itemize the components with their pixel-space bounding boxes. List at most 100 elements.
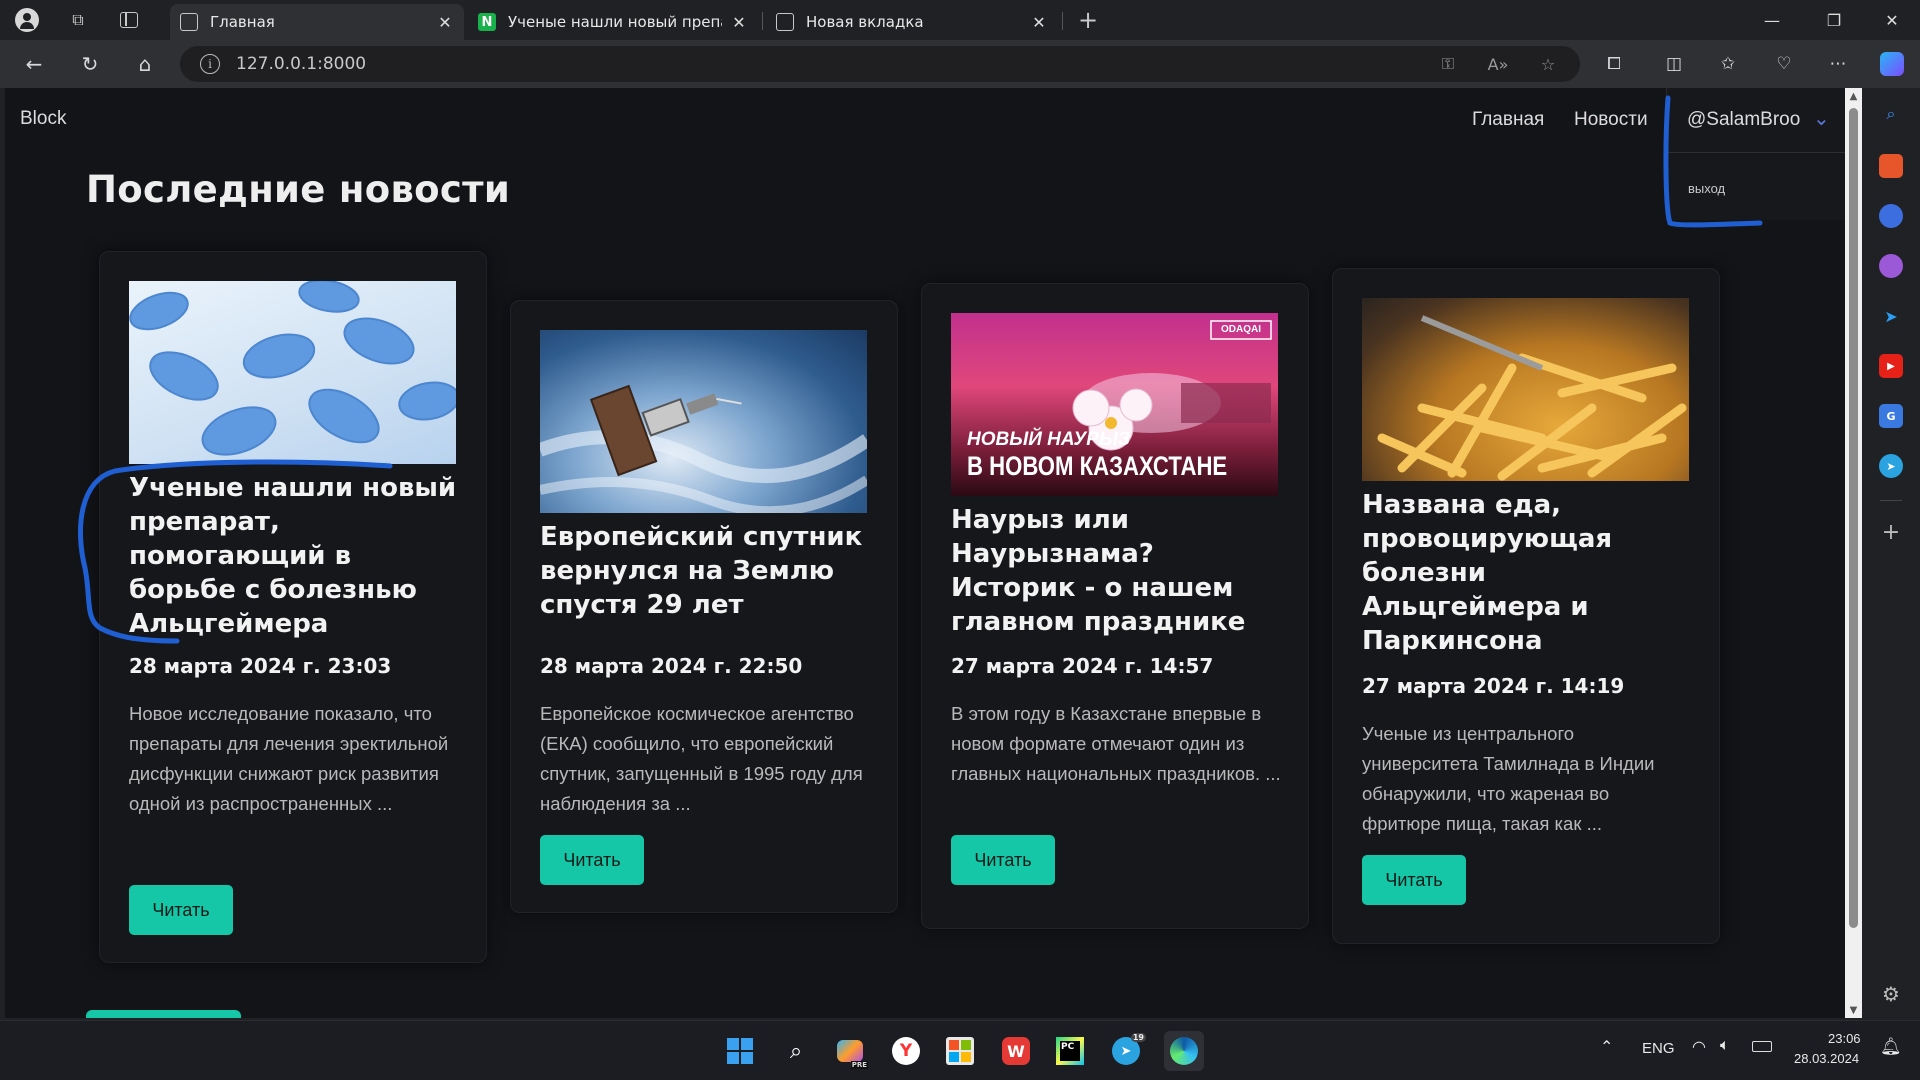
tab-title: Новая вкладка: [806, 13, 924, 31]
pycharm-icon[interactable]: PC: [1054, 1035, 1086, 1067]
split-screen-icon[interactable]: ◫: [1660, 50, 1688, 78]
browser-tab-bar: ⧉ Главная ✕ N Ученые нашли новый препара…: [0, 0, 1920, 40]
profile-icon[interactable]: [15, 8, 39, 32]
new-tab-page-icon: [776, 13, 794, 31]
news-card: ODAQAI НОВЫЙ НАУРЫЗ В НОВОМ КАЗАХСТАНЕ Н…: [921, 283, 1309, 929]
news-excerpt: Ученые из центрального университета Тами…: [1362, 723, 1655, 834]
microsoft-store-icon[interactable]: [944, 1035, 976, 1067]
url-text: 127.0.0.1:8000: [236, 54, 367, 74]
back-icon[interactable]: ←: [20, 50, 48, 78]
news-image-pills[interactable]: [129, 281, 456, 464]
add-icon[interactable]: +: [1879, 520, 1903, 545]
fries-illustration: [1377, 315, 1687, 481]
wps-office-icon[interactable]: W: [1000, 1035, 1032, 1067]
tab-actions-icon[interactable]: [117, 8, 141, 32]
chevron-down-icon[interactable]: ⌄: [1813, 106, 1830, 130]
tools-icon[interactable]: [1879, 154, 1903, 178]
windows-start-icon[interactable]: [724, 1035, 756, 1067]
search-icon[interactable]: ⌕: [1879, 102, 1903, 126]
page-icon: [180, 13, 198, 31]
browser-essentials-icon[interactable]: ♡: [1770, 50, 1798, 78]
language-indicator[interactable]: ENG: [1642, 1040, 1675, 1057]
windows-taskbar: ⌕ PRE Y W PC ➤ 19 ⌃ ENG ◠ 🔈︎ 23:06 28.03…: [0, 1020, 1920, 1080]
news-title[interactable]: Ученые нашли новый препарат, помогающий …: [129, 471, 459, 641]
reload-icon[interactable]: ↻: [76, 50, 104, 78]
scroll-down-icon[interactable]: ▼: [1845, 1002, 1862, 1018]
translate-icon[interactable]: G: [1879, 404, 1903, 428]
read-button[interactable]: Читать: [540, 835, 644, 885]
nav-link-news[interactable]: Новости: [1574, 109, 1648, 131]
logout-link[interactable]: выход: [1688, 181, 1725, 196]
news-date: 28 марта 2024 г. 23:03: [129, 654, 392, 678]
youtube-icon[interactable]: ▶: [1879, 354, 1903, 378]
address-bar[interactable]: i 127.0.0.1:8000 ⚿ A» ☆: [180, 46, 1580, 82]
more-icon[interactable]: ⋯: [1824, 50, 1852, 78]
favorite-star-icon[interactable]: ☆: [1536, 52, 1560, 76]
copilot-side-icon[interactable]: [1879, 204, 1903, 228]
extensions-icon[interactable]: ⧠: [1600, 50, 1628, 78]
tab-article[interactable]: N Ученые нашли новый препарат ✕: [468, 4, 758, 40]
tab-home[interactable]: Главная ✕: [170, 4, 464, 40]
yandex-browser-icon[interactable]: Y: [890, 1035, 922, 1067]
site-brand[interactable]: Block: [20, 108, 66, 130]
news-excerpt: В этом году в Казахстане впервые в новом…: [951, 703, 1281, 784]
clock-date[interactable]: 28.03.2024: [1794, 1051, 1859, 1066]
search-icon[interactable]: ⌕: [780, 1035, 812, 1067]
close-icon[interactable]: ✕: [730, 13, 748, 32]
image-badge-text: ODAQAI: [1221, 324, 1261, 335]
read-button[interactable]: Читать: [951, 835, 1055, 885]
news-date: 27 марта 2024 г. 14:57: [951, 654, 1214, 678]
telegram-side-icon[interactable]: ➤: [1879, 454, 1903, 478]
news-title[interactable]: Названа еда, провоцирующая болезни Альцг…: [1362, 488, 1692, 658]
news-excerpt: Новое исследование показало, что препара…: [129, 703, 449, 814]
tab-new[interactable]: Новая вкладка ✕: [766, 4, 1058, 40]
minimize-icon[interactable]: —: [1744, 0, 1800, 40]
scroll-up-icon[interactable]: ▲: [1845, 88, 1862, 104]
window-close-icon[interactable]: ✕: [1864, 0, 1920, 40]
restore-icon[interactable]: ❐: [1806, 0, 1862, 40]
copilot-taskbar-icon[interactable]: PRE: [834, 1035, 868, 1069]
read-aloud-icon[interactable]: A»: [1486, 52, 1510, 76]
read-button[interactable]: Читать: [129, 885, 233, 935]
new-tab-plus-icon[interactable]: +: [1076, 6, 1100, 34]
site-info-icon[interactable]: i: [200, 54, 220, 74]
user-dropdown: @SalamBroo ⌄ выход: [1666, 88, 1845, 220]
notifications-bell-icon[interactable]: 🔔︎: [1880, 1037, 1902, 1057]
sidebar-divider: [1880, 500, 1902, 501]
key-icon[interactable]: ⚿: [1436, 52, 1460, 76]
news-title[interactable]: Европейский спутник вернулся на Землю сп…: [540, 520, 870, 622]
wifi-icon[interactable]: ◠: [1692, 1037, 1706, 1057]
news-title[interactable]: Наурыз или Наурызнама? Историк - о нашем…: [951, 503, 1281, 639]
user-menu-toggle[interactable]: @SalamBroo: [1687, 109, 1800, 131]
scrollbar-thumb[interactable]: [1849, 108, 1858, 928]
battery-icon[interactable]: [1752, 1041, 1772, 1052]
clock-time[interactable]: 23:06: [1828, 1031, 1861, 1046]
tab-divider: [762, 12, 763, 30]
volume-icon[interactable]: 🔈︎: [1720, 1037, 1730, 1055]
news-image-fries[interactable]: [1362, 298, 1689, 481]
pills-illustration: [129, 281, 456, 456]
nav-link-home[interactable]: Главная: [1472, 109, 1544, 131]
designer-icon[interactable]: [1879, 254, 1903, 278]
edge-browser-icon[interactable]: [1164, 1031, 1204, 1071]
news-image-nauryz[interactable]: ODAQAI НОВЫЙ НАУРЫЗ В НОВОМ КАЗАХСТАНЕ: [951, 313, 1278, 496]
read-button[interactable]: Читать: [1362, 855, 1466, 905]
telegram-icon[interactable]: ➤ 19: [1110, 1033, 1146, 1067]
page-scrollbar[interactable]: ▲ ▼: [1845, 88, 1862, 1018]
drop-icon[interactable]: ➤: [1879, 304, 1903, 328]
news-excerpt: Европейское космическое агентство (ЕКА) …: [540, 703, 863, 814]
news-card: Названа еда, провоцирующая болезни Альцг…: [1332, 268, 1720, 944]
page-viewport: Block Главная Новости @SalamBroo ⌄ выход…: [5, 88, 1845, 1018]
tray-overflow-icon[interactable]: ⌃: [1600, 1037, 1613, 1057]
close-icon[interactable]: ✕: [1030, 13, 1048, 32]
close-icon[interactable]: ✕: [436, 13, 454, 32]
workspaces-icon[interactable]: ⧉: [66, 8, 90, 32]
news-image-satellite[interactable]: [540, 330, 867, 513]
next-section-button-edge[interactable]: [86, 1010, 241, 1018]
settings-gear-icon[interactable]: ⚙: [1879, 982, 1903, 1006]
home-icon[interactable]: ⌂: [131, 50, 159, 78]
favorites-icon[interactable]: ✩: [1714, 50, 1742, 78]
copilot-badge: PRE: [850, 1061, 868, 1069]
tab-title: Главная: [210, 13, 275, 31]
copilot-icon[interactable]: [1878, 50, 1906, 78]
